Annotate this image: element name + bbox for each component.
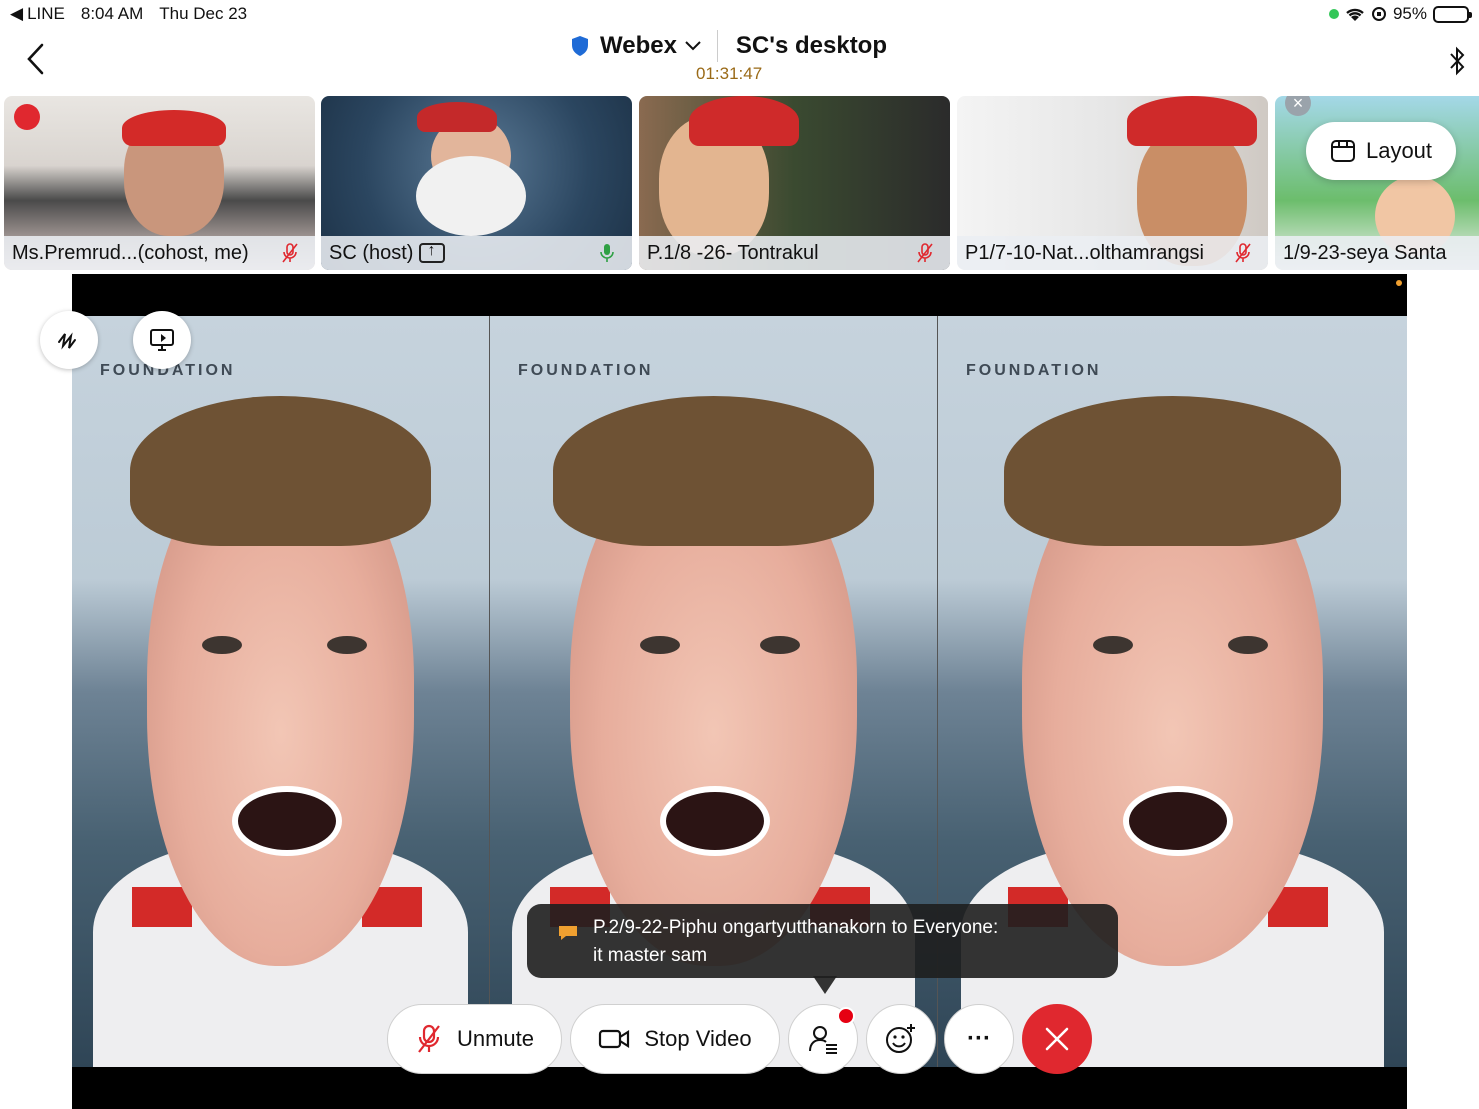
chevron-down-icon[interactable] bbox=[685, 41, 701, 51]
app-name-dropdown[interactable]: Webex bbox=[600, 32, 677, 60]
wifi-icon bbox=[1346, 8, 1364, 21]
more-icon: ··· bbox=[967, 1025, 991, 1052]
panel-logo: FOUNDATION bbox=[518, 362, 654, 379]
participants-icon bbox=[809, 1026, 837, 1054]
participant-strip: Ms.Premrud...(cohost, me) SC (host) P.1/… bbox=[0, 96, 1479, 270]
meeting-controls: Unmute Stop Video ··· bbox=[0, 1004, 1479, 1076]
muted-badge-icon bbox=[14, 104, 40, 130]
participant-name: SC (host) bbox=[329, 242, 598, 265]
mic-muted-icon bbox=[1235, 243, 1251, 263]
bluetooth-icon[interactable] bbox=[1447, 46, 1467, 76]
battery-percent: 95% bbox=[1392, 4, 1427, 23]
layout-label: Layout bbox=[1365, 138, 1433, 163]
shield-icon bbox=[572, 36, 588, 56]
layout-button[interactable]: Layout bbox=[1306, 122, 1456, 180]
unmute-label: Unmute bbox=[456, 1026, 535, 1051]
battery-icon bbox=[1433, 5, 1472, 23]
annotate-button[interactable] bbox=[40, 311, 98, 369]
chat-bubble-icon bbox=[559, 926, 577, 940]
participant-label: P.1/8 -26- Tontrakul bbox=[639, 236, 950, 270]
participant-name: Ms.Premrud...(cohost, me) bbox=[12, 241, 249, 264]
mic-in-use-indicator bbox=[1328, 9, 1339, 19]
recording-indicator bbox=[1396, 280, 1402, 286]
participant-name: 1/9-23-seya Santa bbox=[1283, 241, 1447, 264]
meeting-header: Webex SC's desktop 01:31:47 bbox=[0, 28, 1479, 92]
close-icon bbox=[1045, 1027, 1069, 1051]
notification-badge bbox=[837, 1007, 855, 1025]
layout-icon bbox=[1330, 140, 1355, 162]
back-chevron-icon[interactable] bbox=[22, 42, 50, 76]
back-to-app[interactable]: ◀ LINE bbox=[10, 4, 65, 24]
mic-muted-icon bbox=[282, 243, 298, 263]
title-divider bbox=[716, 30, 718, 62]
participant-label: SC (host) bbox=[321, 236, 632, 270]
status-time: 8:04 AM bbox=[80, 4, 144, 23]
unmute-button[interactable]: Unmute bbox=[387, 1004, 562, 1074]
annotate-icon bbox=[58, 332, 76, 350]
participant-label: P1/7-10-Nat...olthamrangsi bbox=[957, 236, 1268, 270]
orientation-lock-icon bbox=[1371, 7, 1386, 21]
participant-tile[interactable]: P.1/8 -26- Tontrakul bbox=[639, 96, 950, 270]
close-icon[interactable]: × bbox=[1285, 96, 1311, 116]
leave-meeting-button[interactable] bbox=[1022, 1004, 1092, 1074]
chat-notification[interactable]: P.2/9-22-Piphu ongartyutthanakorn to Eve… bbox=[527, 904, 1118, 978]
panel-logo: FOUNDATION bbox=[966, 362, 1102, 379]
participant-tile[interactable]: Ms.Premrud...(cohost, me) bbox=[4, 96, 315, 270]
sharing-icon bbox=[419, 242, 446, 264]
participants-button[interactable] bbox=[788, 1004, 858, 1074]
title-bar: Webex SC's desktop bbox=[570, 30, 887, 62]
participant-name: P1/7-10-Nat...olthamrangsi bbox=[965, 241, 1205, 264]
back-triangle-icon: ◀ bbox=[10, 4, 24, 23]
meeting-timer: 01:31:47 bbox=[696, 64, 763, 83]
mic-muted-icon bbox=[917, 243, 933, 263]
more-options-button[interactable]: ··· bbox=[944, 1004, 1014, 1074]
status-date: Thu Dec 23 bbox=[159, 4, 248, 23]
participant-tile[interactable]: SC (host) bbox=[321, 96, 632, 270]
emoji-add-icon bbox=[886, 1024, 915, 1053]
monitor-icon bbox=[150, 329, 174, 351]
mic-active-icon bbox=[600, 244, 614, 262]
participant-name: P.1/8 -26- Tontrakul bbox=[647, 241, 819, 264]
participant-label: Ms.Premrud...(cohost, me) bbox=[4, 236, 315, 270]
participant-tile[interactable]: P1/7-10-Nat...olthamrangsi bbox=[957, 96, 1268, 270]
reactions-button[interactable] bbox=[866, 1004, 936, 1074]
back-app-label: LINE bbox=[27, 4, 65, 23]
participant-label: 1/9-23-seya Santa bbox=[1275, 236, 1479, 270]
share-title: SC's desktop bbox=[735, 32, 887, 59]
chat-message: it master sam bbox=[593, 945, 708, 966]
status-bar: ◀ LINE 8:04 AM Thu Dec 23 95% bbox=[0, 0, 1479, 28]
video-camera-icon bbox=[599, 1029, 630, 1049]
stop-video-button[interactable]: Stop Video bbox=[570, 1004, 780, 1074]
chat-tail bbox=[813, 976, 837, 994]
stop-video-label: Stop Video bbox=[644, 1026, 752, 1051]
chat-sender: P.2/9-22-Piphu ongartyutthanakorn to Eve… bbox=[593, 917, 999, 938]
video-panel: FOUNDATION bbox=[72, 316, 490, 1067]
shared-screen[interactable]: FOUNDATION FOUNDATION FOUNDATION bbox=[72, 274, 1407, 1109]
mic-muted-icon bbox=[418, 1024, 440, 1053]
screen-view-button[interactable] bbox=[133, 311, 191, 369]
